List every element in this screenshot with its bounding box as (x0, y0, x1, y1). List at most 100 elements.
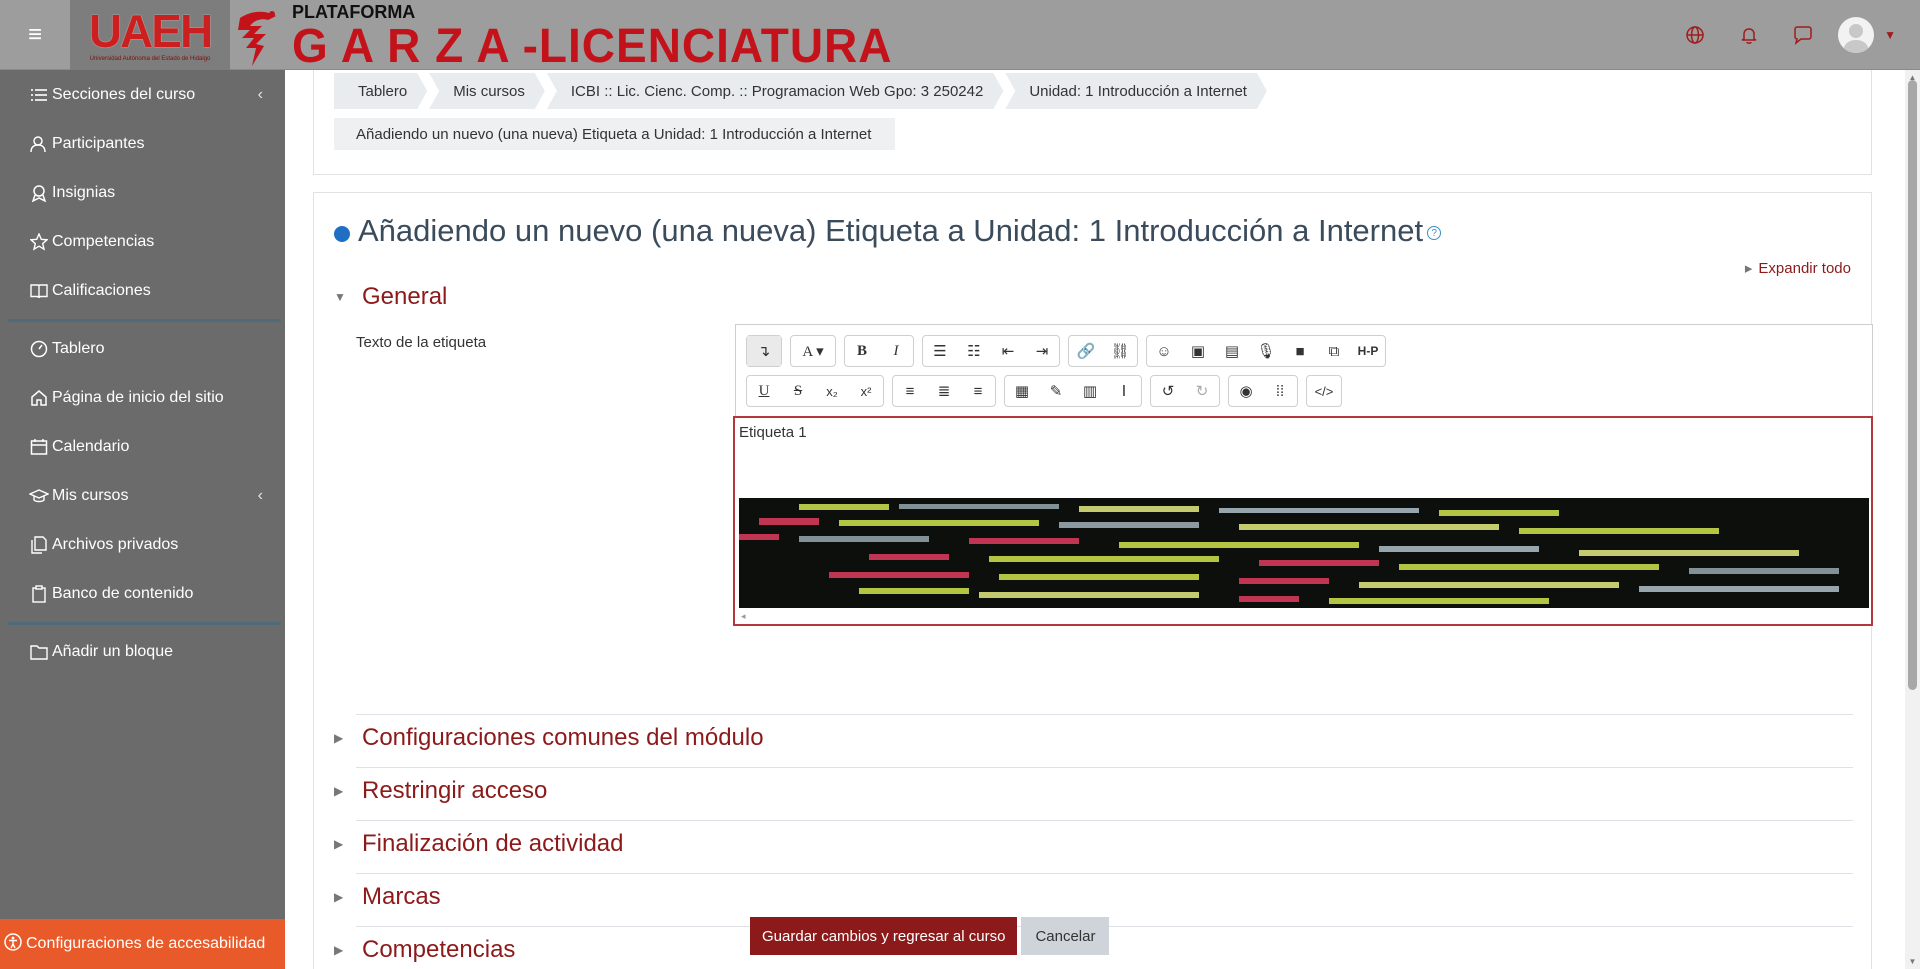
cancel-button[interactable]: Cancelar (1021, 917, 1110, 955)
sidebar-item-calendar[interactable]: Calendario (0, 422, 285, 471)
italic-icon[interactable]: I (879, 336, 913, 366)
section-general-title: General (362, 283, 448, 310)
page-heading: Añadiendo un nuevo (una nueva) Etiqueta … (334, 213, 1442, 249)
unlink-icon[interactable]: ⛓ (1103, 336, 1137, 366)
indent-icon[interactable]: ⇥ (1025, 336, 1059, 366)
link-icon[interactable]: 🔗 (1069, 336, 1103, 366)
undo-icon[interactable]: ↺ (1151, 376, 1185, 406)
bell-icon (1741, 28, 1757, 44)
accessibility-settings-button[interactable]: Configuraciones de accesabilidad (0, 919, 285, 969)
uaeh-logo[interactable]: UAEH Universidad Autónoma del Estado de … (70, 0, 230, 70)
redo-icon[interactable]: ↻ (1185, 376, 1219, 406)
clipboard-icon (28, 584, 50, 603)
align-center-icon[interactable]: ≣ (927, 376, 961, 406)
user-menu-caret-icon[interactable]: ▼ (1884, 28, 1896, 42)
accessibility-label: Configuraciones de accesabilidad (26, 935, 266, 952)
section-title: Configuraciones comunes del módulo (362, 724, 764, 751)
sidebar-item-my-courses[interactable]: Mis cursos ‹ (0, 471, 285, 520)
garza-bird-icon (238, 11, 276, 67)
sidebar-item-participants[interactable]: Participantes (0, 119, 285, 168)
scrollbar-thumb[interactable] (1908, 80, 1917, 690)
breadcrumb-item-course[interactable]: ICBI :: Lic. Cienc. Comp. :: Programacio… (547, 73, 1003, 109)
section-title: Finalización de actividad (362, 830, 624, 857)
clear-format-icon[interactable]: Ⅰ (1107, 376, 1141, 406)
table-icon[interactable]: ▥ (1073, 376, 1107, 406)
section-completion-header[interactable]: ▶ Finalización de actividad (334, 830, 623, 858)
language-button[interactable] (1668, 0, 1722, 70)
sidebar-item-label: Archivos privados (52, 535, 179, 553)
sidebar-item-add-block[interactable]: Añadir un bloque (0, 627, 285, 676)
sidebar-item-dashboard[interactable]: Tablero (0, 324, 285, 373)
caret-right-icon: ▶ (334, 837, 344, 851)
sidebar-item-course-sections[interactable]: Secciones del curso ‹ (0, 70, 285, 119)
page-title: Añadiendo un nuevo (una nueva) Etiqueta … (358, 213, 1424, 248)
outdent-icon[interactable]: ⇤ (991, 336, 1025, 366)
html-icon[interactable]: </> (1307, 376, 1341, 406)
sidebar-item-private-files[interactable]: Archivos privados (0, 520, 285, 569)
record-audio-icon[interactable]: 🎙 (1249, 336, 1283, 366)
breadcrumb-item-my-courses[interactable]: Mis cursos (429, 73, 545, 109)
caret-right-icon: ▶ (334, 943, 344, 957)
manage-files-icon[interactable]: ⧉ (1317, 336, 1351, 366)
form-actions: Guardar cambios y regresar al curso Canc… (750, 917, 1110, 955)
equation-icon[interactable]: ▦ (1005, 376, 1039, 406)
expand-all-link[interactable]: Expandir todo (1745, 259, 1851, 277)
show-more-icon[interactable]: ↴ (747, 336, 781, 366)
bullet-list-icon[interactable]: ☰ (923, 336, 957, 366)
accessibility-icon (4, 932, 22, 956)
scroll-down-icon[interactable]: ▼ (1905, 954, 1920, 969)
sidebar-item-badges[interactable]: Insignias (0, 168, 285, 217)
h5p-icon[interactable]: H-P (1351, 336, 1385, 366)
top-navbar: ≡ UAEH Universidad Autónoma del Estado d… (0, 0, 1920, 70)
logo-text: UAEH (88, 5, 213, 57)
help-icon[interactable]: ? (1427, 226, 1442, 240)
section-restrict-access-header[interactable]: ▶ Restringir acceso (334, 777, 547, 805)
editor-content-area[interactable]: Etiqueta 1 ◂ (733, 416, 1873, 626)
logo-subtext: Universidad Autónoma del Estado de Hidal… (89, 56, 211, 62)
screenreader-helper-icon[interactable]: ⁞⁞ (1263, 376, 1297, 406)
section-divider (356, 873, 1853, 874)
sidebar-item-site-home[interactable]: Página de inicio del sitio (0, 373, 285, 422)
strikethrough-icon[interactable]: S (781, 376, 815, 406)
save-and-return-button[interactable]: Guardar cambios y regresar al curso (750, 917, 1018, 955)
main-content: Tablero Mis cursos ICBI :: Lic. Cienc. C… (285, 70, 1905, 969)
bold-icon[interactable]: B (845, 336, 879, 366)
messages-button[interactable] (1776, 0, 1830, 70)
hamburger-menu-button[interactable]: ≡ (0, 0, 70, 70)
record-video-icon[interactable]: ■ (1283, 336, 1317, 366)
section-general-header[interactable]: ▼ General (334, 283, 447, 311)
user-avatar[interactable] (1838, 17, 1875, 53)
sidebar-item-competencies[interactable]: Competencias (0, 217, 285, 266)
media-icon[interactable]: ▤ (1215, 336, 1249, 366)
sidebar-divider (8, 622, 281, 625)
numbered-list-icon[interactable]: ☷ (957, 336, 991, 366)
align-right-icon[interactable]: ≡ (961, 376, 995, 406)
files-icon (28, 535, 50, 554)
breadcrumb-item-section[interactable]: Unidad: 1 Introducción a Internet (1005, 73, 1267, 109)
platform-brand[interactable]: PLATAFORMA G A R Z A -LICENCIATURA (232, 0, 893, 70)
section-common-settings-header[interactable]: ▶ Configuraciones comunes del módulo (334, 724, 764, 752)
accessibility-checker-icon[interactable]: ◉ (1229, 376, 1263, 406)
image-icon[interactable]: ▣ (1181, 336, 1215, 366)
section-tags-header[interactable]: ▶ Marcas (334, 883, 441, 911)
resize-handle-icon[interactable]: ◂ (741, 611, 746, 622)
font-color-icon[interactable]: A ▾ (791, 336, 835, 366)
emoji-icon[interactable]: ☺ (1147, 336, 1181, 366)
superscript-icon[interactable]: x² (849, 376, 883, 406)
breadcrumb-item-dashboard[interactable]: Tablero (334, 73, 427, 109)
dashboard-icon (28, 340, 50, 358)
sidebar-item-content-bank[interactable]: Banco de contenido (0, 569, 285, 618)
page-scrollbar[interactable]: ▲ ▼ (1905, 70, 1920, 969)
sidebar-item-grades[interactable]: Calificaciones (0, 266, 285, 315)
subscript-icon[interactable]: x₂ (815, 376, 849, 406)
notifications-button[interactable] (1722, 0, 1776, 70)
home-icon (28, 389, 50, 407)
sidebar-divider (8, 319, 281, 322)
chevron-left-icon: ‹ (257, 85, 263, 103)
align-left-icon[interactable]: ≡ (893, 376, 927, 406)
section-title: Marcas (362, 883, 441, 910)
section-divider (356, 820, 1853, 821)
underline-icon[interactable]: U (747, 376, 781, 406)
special-chars-icon[interactable]: ✎ (1039, 376, 1073, 406)
section-competencies-header[interactable]: ▶ Competencias (334, 936, 515, 964)
